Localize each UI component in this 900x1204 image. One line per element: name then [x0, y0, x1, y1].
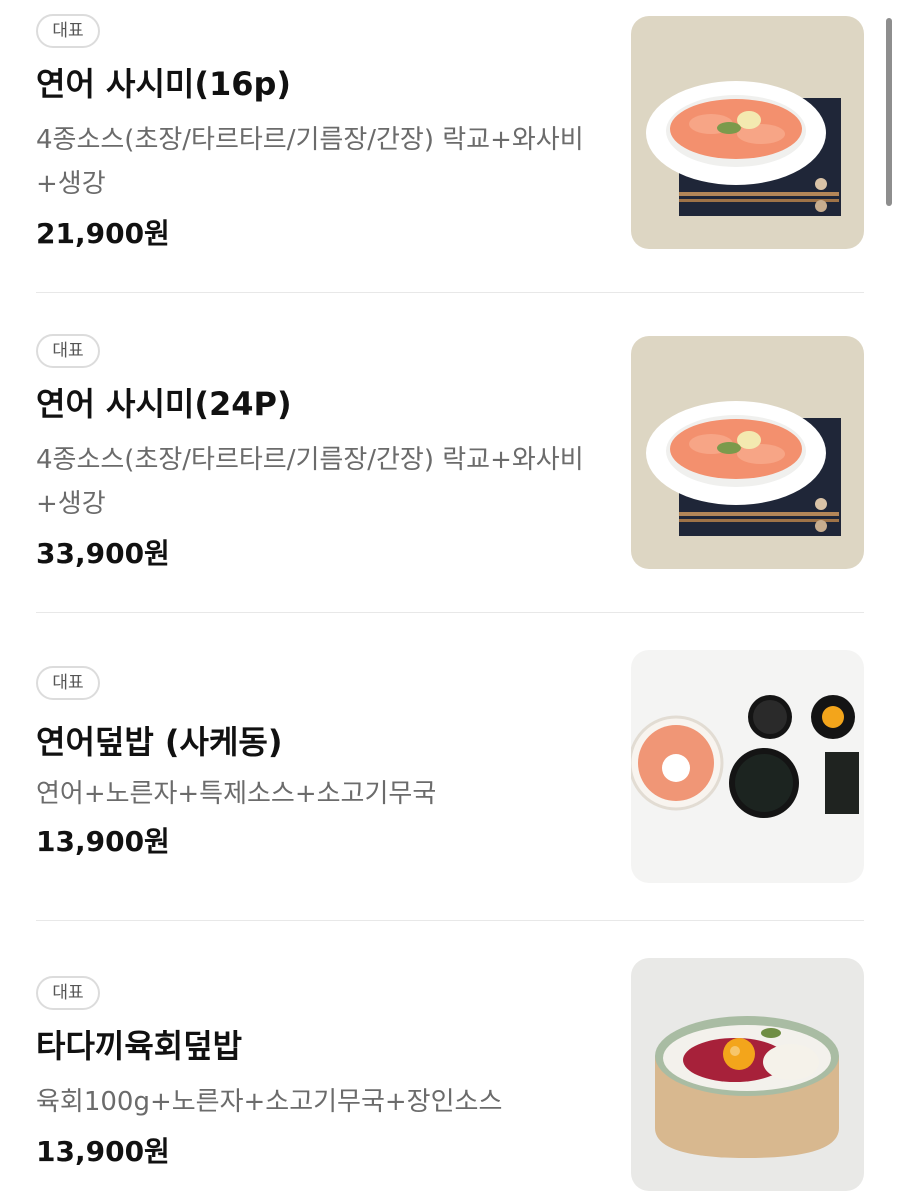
menu-item-description: 4종소스(초장/타르타르/기름장/간장) 락교+와사비+생강	[36, 445, 584, 519]
signature-badge: 대표	[36, 14, 100, 48]
divider	[36, 292, 864, 293]
signature-badge: 대표	[36, 976, 100, 1010]
menu-item-price: 13,900원	[36, 825, 170, 858]
menu-item-description: 연어+노른자+특제소스+소고기무국	[36, 779, 437, 809]
menu-item-price: 21,900원	[36, 217, 170, 250]
beef-tartare-rice-bowl-image[interactable]	[631, 958, 864, 1191]
menu-item-description: 4종소스(초장/타르타르/기름장/간장) 락교+와사비+생강	[36, 125, 584, 199]
menu-item[interactable]: 대표 연어덮밥 (사케동) 연어+노른자+특제소스+소고기무국 13,900원	[36, 650, 864, 920]
divider	[36, 920, 864, 921]
salmon-rice-bowl-image[interactable]	[631, 650, 864, 883]
scrollbar[interactable]	[886, 18, 892, 206]
signature-badge: 대표	[36, 334, 100, 368]
menu-item-description: 육회100g+노른자+소고기무국+장인소스	[36, 1087, 503, 1117]
signature-badge: 대표	[36, 666, 100, 700]
menu-item[interactable]: 대표 타다끼육회덮밥 육회100g+노른자+소고기무국+장인소스 13,900원	[36, 958, 864, 1204]
salmon-sashimi-image[interactable]	[631, 16, 864, 249]
menu-item-price: 13,900원	[36, 1135, 170, 1168]
menu-item-name: 연어 사시미(16p)	[36, 65, 292, 103]
menu-item-name: 타다끼육회덮밥	[36, 1027, 243, 1065]
menu-item-name: 연어 사시미(24P)	[36, 385, 292, 423]
menu-item[interactable]: 대표 연어 사시미(24P) 4종소스(초장/타르타르/기름장/간장) 락교+와…	[36, 320, 864, 612]
divider	[36, 612, 864, 613]
menu-list: 대표 연어 사시미(16p) 4종소스(초장/타르타르/기름장/간장) 락교+와…	[0, 0, 900, 1204]
menu-item-name: 연어덮밥 (사케동)	[36, 723, 283, 761]
menu-item-price: 33,900원	[36, 537, 170, 570]
menu-item[interactable]: 대표 연어 사시미(16p) 4종소스(초장/타르타르/기름장/간장) 락교+와…	[36, 0, 864, 292]
salmon-sashimi-image[interactable]	[631, 336, 864, 569]
